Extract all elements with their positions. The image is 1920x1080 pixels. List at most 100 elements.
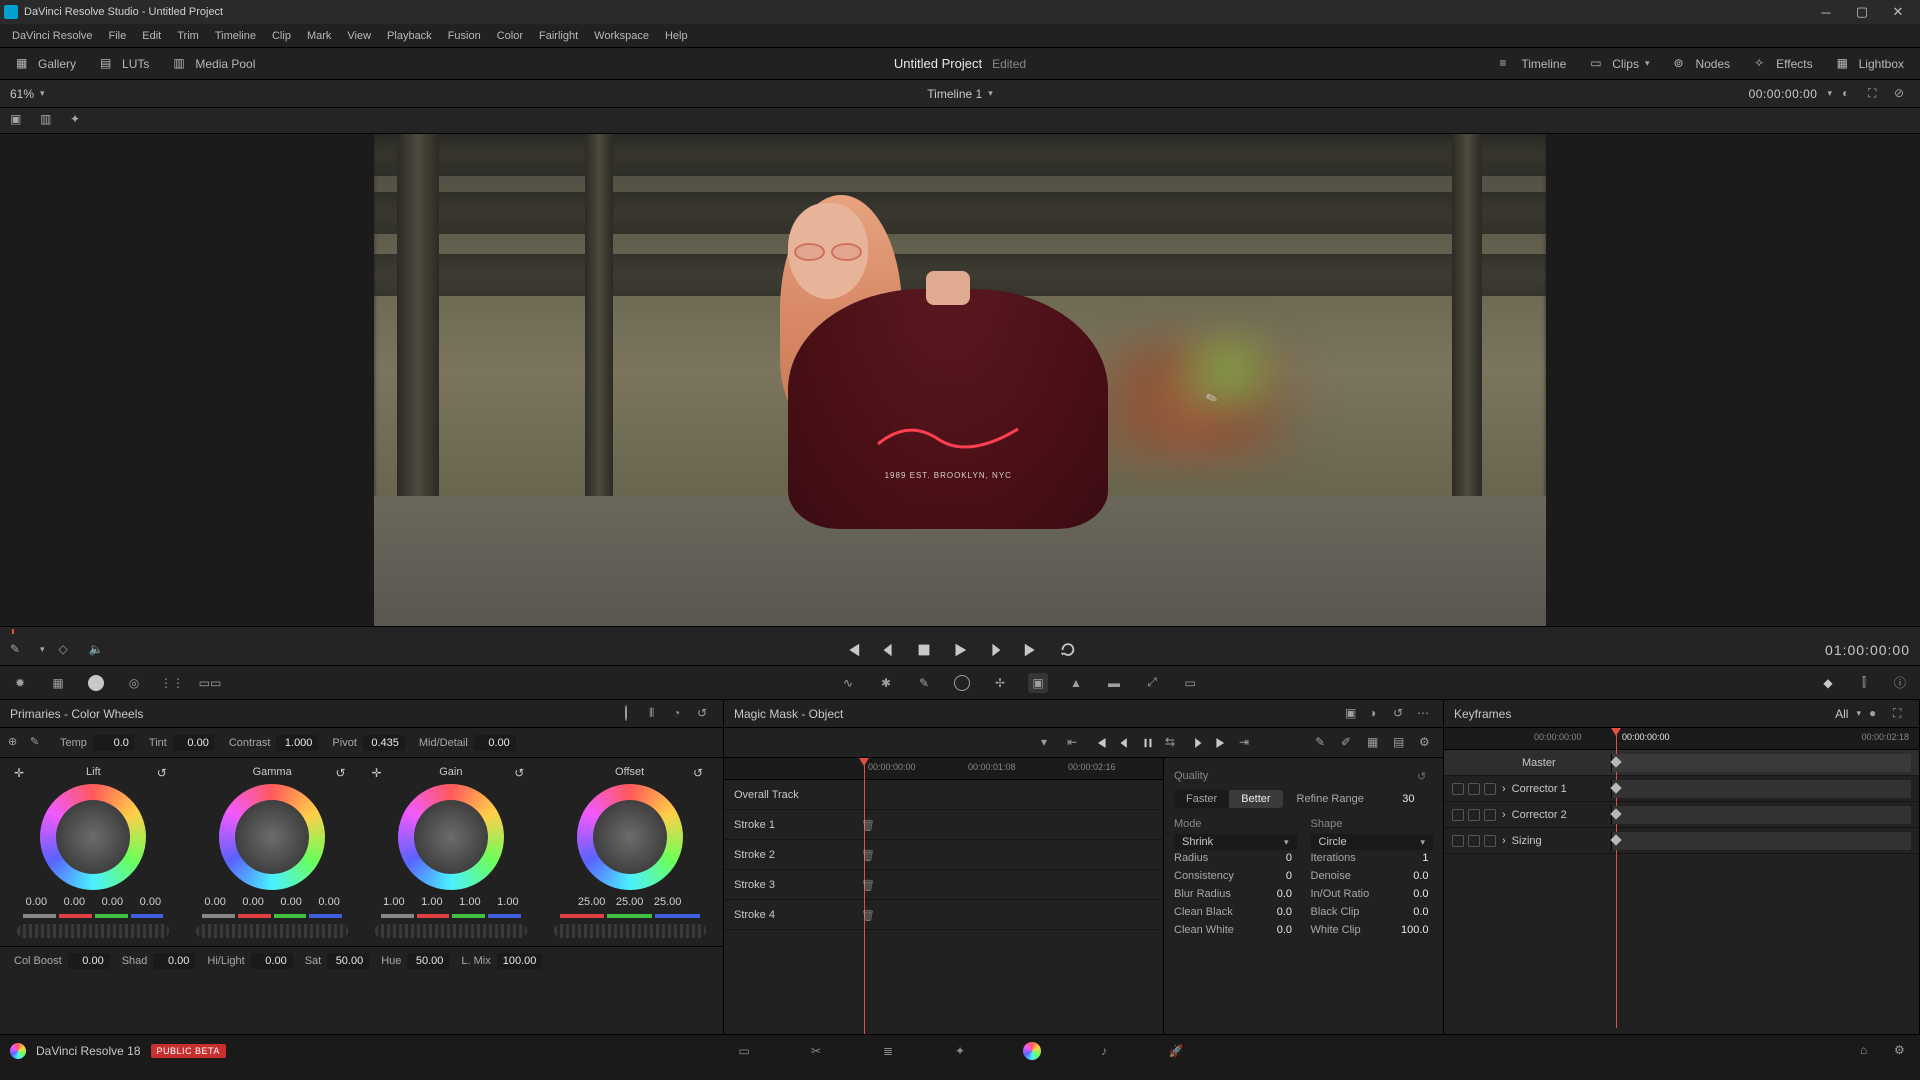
shape-select[interactable]: Circle▾ (1311, 834, 1434, 850)
middetail-field[interactable]: 0.00 (474, 735, 516, 751)
magic-mask-icon[interactable]: ▣ (1028, 673, 1048, 693)
whiteclip-field[interactable]: 100.0 (1393, 924, 1429, 936)
reset-icon[interactable]: ↺ (1417, 770, 1433, 786)
track-one-fwd-icon[interactable]: ⇥ (1239, 735, 1255, 751)
menu-view[interactable]: View (339, 24, 379, 48)
refine-range-field[interactable]: 30 (1379, 793, 1415, 805)
timeline-toggle[interactable]: ≡Timeline (1493, 53, 1572, 75)
radius-field[interactable]: 0 (1256, 852, 1292, 864)
prev-frame-button[interactable] (879, 641, 897, 659)
kf-row-master[interactable]: Master (1444, 750, 1919, 776)
color-wheels-icon[interactable] (86, 673, 106, 693)
zoom-dropdown[interactable]: 61%▾ (10, 87, 45, 101)
mm-track-stroke2[interactable]: Stroke 2🗑 (724, 840, 1163, 870)
menu-clip[interactable]: Clip (264, 24, 299, 48)
menu-fusion[interactable]: Fusion (440, 24, 489, 48)
nodes-toggle[interactable]: ⊚Nodes (1667, 53, 1736, 75)
close-button[interactable]: ✕ (1880, 2, 1916, 22)
info-icon[interactable]: ⓘ (1890, 673, 1910, 693)
menu-playback[interactable]: Playback (379, 24, 440, 48)
hdr-wheels-icon[interactable]: ◎ (124, 673, 144, 693)
curves-icon[interactable]: ∿ (838, 673, 858, 693)
hilight-field[interactable]: 0.00 (251, 953, 293, 969)
tracker-icon[interactable]: ✢ (990, 673, 1010, 693)
quality-segmented[interactable]: FasterBetter (1174, 790, 1283, 808)
maximize-button[interactable]: ▢ (1844, 2, 1880, 22)
kf-row-corrector1[interactable]: ›Corrector 1 (1444, 776, 1919, 802)
key-icon[interactable]: ▬ (1104, 673, 1124, 693)
menu-timeline[interactable]: Timeline (207, 24, 264, 48)
color-page-icon[interactable] (1021, 1040, 1043, 1062)
viewer-scrub-bar[interactable] (0, 626, 1920, 634)
track-fwd-icon[interactable] (1191, 736, 1205, 750)
bars-mode-icon[interactable]: ⦀ (649, 706, 665, 722)
expand-icon[interactable]: ⛶ (1868, 86, 1884, 102)
viewer-canvas-wrap[interactable]: 1989 EST. BROOKLYN, NYC ✎ (0, 134, 1920, 626)
gamma-wheel[interactable] (219, 784, 325, 890)
color-checker-icon[interactable]: ▦ (48, 673, 68, 693)
deliver-page-icon[interactable]: 🚀 (1165, 1040, 1187, 1062)
offset-jog[interactable] (554, 924, 706, 938)
cleanblack-field[interactable]: 0.0 (1256, 906, 1292, 918)
cut-page-icon[interactable]: ✂ (805, 1040, 827, 1062)
mm-track-stroke3[interactable]: Stroke 3🗑 (724, 870, 1163, 900)
menu-color[interactable]: Color (489, 24, 531, 48)
keyframes-filter[interactable]: All (1835, 707, 1848, 721)
lift-jog[interactable] (17, 924, 169, 938)
rgb-mixer-icon[interactable]: ⋮⋮ (162, 673, 182, 693)
media-page-icon[interactable]: ▭ (733, 1040, 755, 1062)
trash-icon[interactable]: 🗑 (861, 879, 873, 891)
menu-fairlight[interactable]: Fairlight (531, 24, 586, 48)
clips-toggle[interactable]: ▭Clips▾ (1584, 53, 1655, 75)
split-screen-icon[interactable]: ▥ (40, 112, 58, 130)
expand-icon[interactable]: ⛶ (1893, 706, 1909, 722)
mm-track-overall[interactable]: Overall Track (724, 780, 1163, 810)
blackclip-field[interactable]: 0.0 (1393, 906, 1429, 918)
kf-row-corrector2[interactable]: ›Corrector 2 (1444, 802, 1919, 828)
loop-button[interactable] (1059, 641, 1077, 659)
keyframes-panel-icon[interactable]: ◆ (1818, 673, 1838, 693)
minimize-button[interactable]: ─ (1808, 2, 1844, 22)
settings-icon[interactable]: ⚙ (1419, 735, 1435, 751)
kf-toggles[interactable] (1452, 835, 1496, 847)
log-mode-icon[interactable]: ◔ (673, 706, 689, 722)
hue-field[interactable]: 50.00 (407, 953, 449, 969)
kf-row-sizing[interactable]: ›Sizing (1444, 828, 1919, 854)
toggle-overlay-icon[interactable]: ▤ (1393, 735, 1409, 751)
sat-field[interactable]: 50.00 (327, 953, 369, 969)
mask-overlay-icon[interactable]: ▣ (1345, 706, 1361, 722)
reset-all-icon[interactable]: ↺ (697, 706, 713, 722)
magic-mask-ruler[interactable]: 00:00:00:00 00:00:01:08 00:00:02:16 (724, 758, 1163, 780)
stroke-add-icon[interactable]: ✎ (1315, 735, 1331, 751)
menu-workspace[interactable]: Workspace (586, 24, 657, 48)
cleanwhite-field[interactable]: 0.0 (1256, 924, 1292, 936)
fairlight-page-icon[interactable]: ♪ (1093, 1040, 1115, 1062)
blur-field[interactable]: 0.0 (1256, 888, 1292, 900)
track-rev-all-icon[interactable] (1093, 736, 1107, 750)
home-icon[interactable]: ⌂ (1860, 1043, 1876, 1059)
mm-track-stroke1[interactable]: Stroke 1🗑 (724, 810, 1163, 840)
sizing-icon[interactable]: ⤢ (1142, 673, 1162, 693)
project-settings-icon[interactable]: ⚙ (1894, 1043, 1910, 1059)
track-pause-icon[interactable] (1141, 736, 1155, 750)
menu-help[interactable]: Help (657, 24, 696, 48)
effects-toggle[interactable]: ✧Effects (1748, 53, 1818, 75)
track-fwd-all-icon[interactable] (1215, 736, 1229, 750)
gamma-jog[interactable] (196, 924, 348, 938)
audio-mute-icon[interactable]: 🔈 (89, 642, 105, 658)
edit-page-icon[interactable]: ≣ (877, 1040, 899, 1062)
stroke-sub-icon[interactable]: ✐ (1341, 735, 1357, 751)
crosshair-icon[interactable]: ✛ (372, 766, 386, 780)
denoise-field[interactable]: 0.0 (1393, 870, 1429, 882)
bypass-icon[interactable]: ⊘ (1894, 86, 1910, 102)
track-both-icon[interactable]: ⇆ (1165, 735, 1181, 751)
image-wipe-icon[interactable]: ▣ (10, 112, 28, 130)
next-frame-button[interactable] (987, 641, 1005, 659)
shad-field[interactable]: 0.00 (153, 953, 195, 969)
blur-icon[interactable]: ▲ (1066, 673, 1086, 693)
first-frame-button[interactable] (843, 641, 861, 659)
qualifier-icon[interactable]: ✎ (914, 673, 934, 693)
contrast-field[interactable]: 1.000 (276, 735, 318, 751)
crosshair-icon[interactable]: ✛ (14, 766, 28, 780)
invert-mask-icon[interactable]: ◑ (1369, 706, 1385, 722)
